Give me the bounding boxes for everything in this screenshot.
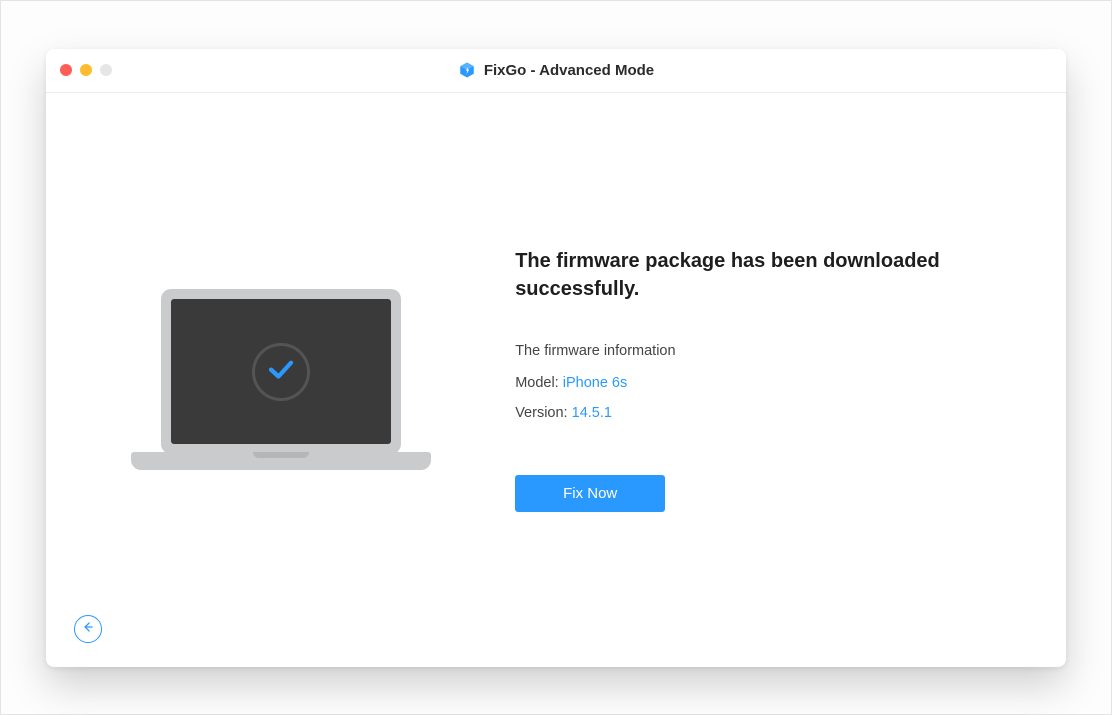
window-controls bbox=[60, 64, 112, 76]
titlebar: FixGo - Advanced Mode bbox=[46, 49, 1066, 93]
checkmark-icon bbox=[266, 354, 296, 389]
laptop-screen bbox=[171, 299, 391, 444]
close-window-button[interactable] bbox=[60, 64, 72, 76]
laptop-base bbox=[131, 452, 431, 470]
fix-now-button[interactable]: Fix Now bbox=[515, 475, 665, 512]
illustration-panel bbox=[46, 289, 515, 470]
maximize-window-button[interactable] bbox=[100, 64, 112, 76]
version-value: 14.5.1 bbox=[572, 405, 612, 421]
minimize-window-button[interactable] bbox=[80, 64, 92, 76]
success-check-circle bbox=[252, 343, 310, 401]
back-button[interactable] bbox=[74, 615, 102, 643]
window-title: FixGo - Advanced Mode bbox=[484, 62, 654, 79]
version-label: Version: bbox=[515, 405, 567, 421]
laptop-illustration bbox=[131, 289, 431, 470]
content-area: The firmware package has been downloaded… bbox=[46, 93, 1066, 667]
headline-text: The firmware package has been downloaded… bbox=[515, 247, 955, 303]
firmware-info-heading: The firmware information bbox=[515, 343, 1006, 359]
version-row: Version: 14.5.1 bbox=[515, 405, 1006, 421]
laptop-screen-frame bbox=[161, 289, 401, 454]
app-window: FixGo - Advanced Mode bbox=[46, 49, 1066, 667]
title-group: FixGo - Advanced Mode bbox=[458, 61, 654, 79]
model-value: iPhone 6s bbox=[563, 375, 628, 391]
model-label: Model: bbox=[515, 375, 559, 391]
model-row: Model: iPhone 6s bbox=[515, 375, 1006, 391]
info-panel: The firmware package has been downloaded… bbox=[515, 247, 1066, 512]
arrow-left-icon bbox=[81, 620, 95, 637]
laptop-notch bbox=[253, 452, 309, 458]
fixgo-cube-icon bbox=[458, 61, 476, 79]
